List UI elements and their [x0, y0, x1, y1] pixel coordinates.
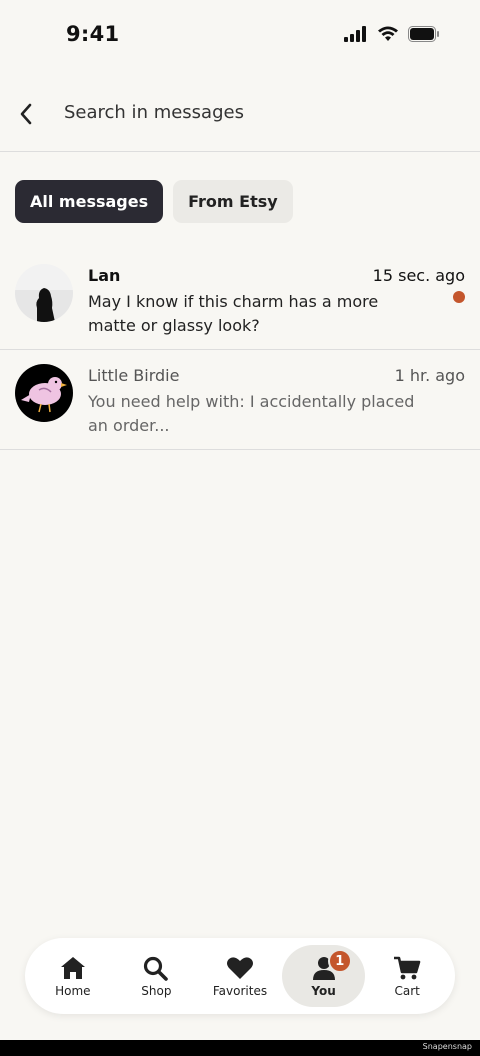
nav-cart[interactable]: Cart: [365, 945, 449, 1007]
message-preview: You need help with: I accidentally place…: [88, 392, 415, 435]
unread-indicator: [453, 291, 465, 303]
message-list: Lan 15 sec. ago May I know if this charm…: [0, 250, 480, 450]
home-icon: [60, 956, 85, 979]
message-row-lan[interactable]: Lan 15 sec. ago May I know if this charm…: [0, 250, 480, 350]
search-header: Search in messages: [0, 80, 480, 152]
message-sender: Lan: [88, 266, 121, 285]
status-time: 9:41: [66, 22, 120, 46]
status-bar: 9:41: [0, 0, 480, 72]
filter-chips: All messages From Etsy: [15, 180, 293, 223]
nav-home[interactable]: Home: [31, 945, 115, 1007]
search-icon: [144, 956, 169, 981]
search-input[interactable]: Search in messages: [64, 102, 244, 123]
message-time: 15 sec. ago: [372, 266, 465, 285]
footer-strip: Snapensnap: [0, 1040, 480, 1056]
status-icons: [344, 26, 440, 42]
notification-badge: 1: [327, 949, 352, 973]
wifi-icon: [378, 26, 398, 41]
chevron-left-icon: [20, 103, 32, 125]
battery-icon: [408, 26, 439, 42]
signal-icon: [344, 26, 366, 42]
nav-label: Cart: [394, 983, 420, 998]
nav-label: Shop: [141, 983, 172, 998]
nav-label: You: [311, 983, 336, 998]
avatar: [15, 264, 73, 322]
bottom-nav: Home Shop Favorites You 1 Cart: [25, 938, 455, 1014]
message-preview: May I know if this charm has a more matt…: [88, 292, 379, 335]
message-row-little-birdie[interactable]: Little Birdie 1 hr. ago You need help wi…: [0, 350, 480, 450]
filter-all-messages[interactable]: All messages: [15, 180, 164, 223]
nav-favorites[interactable]: Favorites: [198, 945, 282, 1007]
heart-icon: [226, 956, 253, 979]
nav-label: Home: [55, 983, 91, 998]
nav-you[interactable]: You 1: [281, 945, 366, 1007]
back-button[interactable]: [12, 98, 40, 130]
filter-from-etsy[interactable]: From Etsy: [173, 180, 293, 223]
message-time: 1 hr. ago: [394, 366, 465, 385]
nav-label: Favorites: [212, 983, 268, 998]
nav-shop[interactable]: Shop: [115, 945, 199, 1007]
avatar: [15, 364, 73, 422]
message-sender: Little Birdie: [88, 366, 180, 385]
watermark: Snapensnap: [422, 1042, 472, 1051]
cart-icon: [394, 956, 421, 979]
